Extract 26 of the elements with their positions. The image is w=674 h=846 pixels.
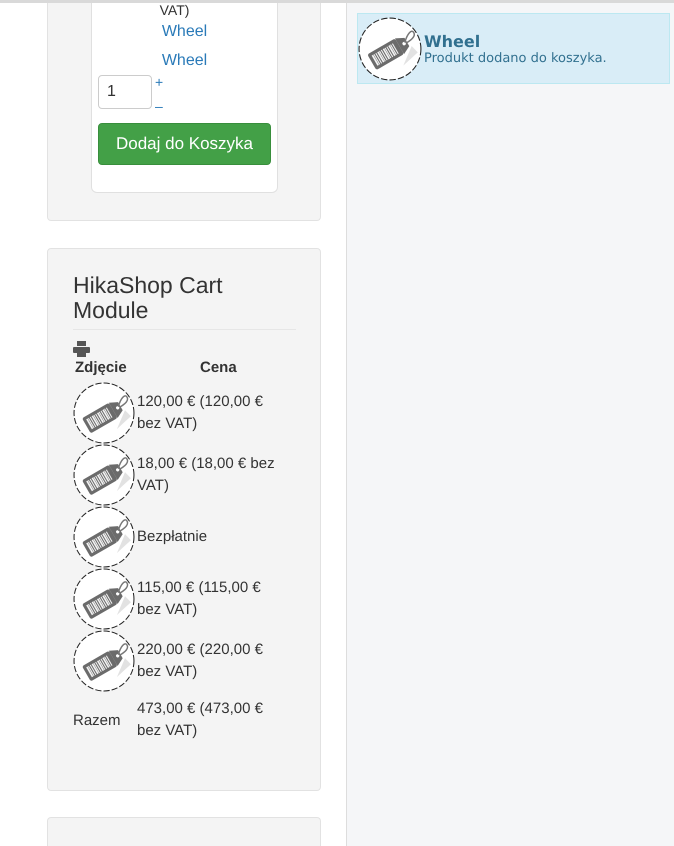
module-title: HikaShop Cart Module [73,273,296,330]
increase-link[interactable]: + [155,75,164,90]
notification-message: Produkt dodano do koszyka. [424,50,607,66]
decrease-link[interactable]: – [155,102,164,110]
price-text: 115,00 € (115,00 € bez VAT) [137,579,261,618]
price-tag-image [73,444,135,506]
quantity-field[interactable]: 1 [98,75,152,109]
product-link[interactable]: Wheel [162,51,208,71]
column-header: Cena [200,359,237,376]
price-text: 220,00 € (220,00 € bez VAT) [137,641,263,680]
price-text: 120,00 € (120,00 € bez VAT) [137,393,263,432]
column-header: Zdjęcie [75,359,127,376]
price-tag-image [358,16,422,80]
price-text: VAT) [160,2,190,18]
price-tag-image [73,382,135,444]
price-tag-image [73,506,135,568]
notification-title: Wheel [424,32,482,50]
total-label: Razem [73,712,121,728]
add-to-cart-button[interactable]: Dodaj do Koszyka [98,123,271,165]
total-price: 473,00 € (473,00 € bez VAT) [137,700,263,739]
price-text: Bezpłatnie [137,528,208,545]
price-tag-image [73,630,135,692]
print-icon[interactable] [73,341,90,357]
price-tag-image [73,568,135,630]
product-link[interactable]: Wheel [162,22,208,42]
price-text: 18,00 € (18,00 € bez VAT) [137,455,275,494]
